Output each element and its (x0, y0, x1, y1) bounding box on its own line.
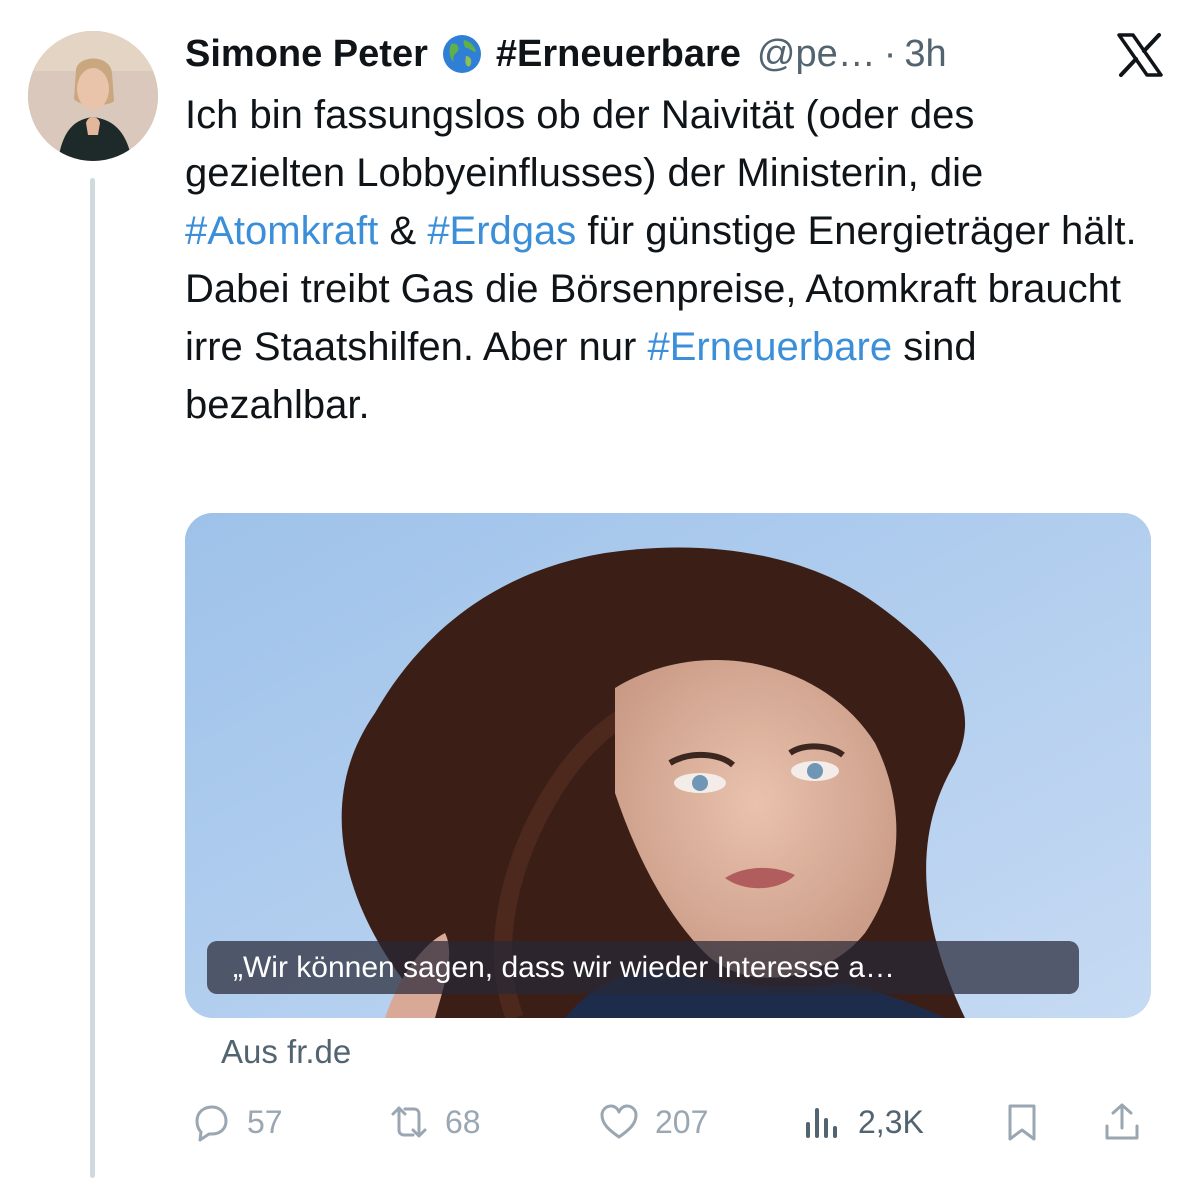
repost-count: 68 (445, 1103, 481, 1140)
bookmark-button[interactable] (1000, 1100, 1058, 1144)
x-logo-icon[interactable] (1115, 30, 1165, 80)
like-button[interactable]: 207 (597, 1100, 708, 1144)
globe-emoji-icon (442, 35, 481, 73)
views-count: 2,3K (858, 1103, 924, 1140)
link-card-caption: „Wir können sagen, dass wir wieder Inter… (207, 941, 1079, 994)
views-button[interactable]: 2,3K (800, 1100, 924, 1144)
hashtag-link[interactable]: #Erneuerbare (647, 325, 892, 369)
timestamp[interactable]: 3h (904, 33, 946, 76)
separator-dot: · (883, 32, 897, 75)
thread-line (90, 178, 95, 1178)
heart-icon (600, 1104, 638, 1139)
hashtag-link[interactable]: #Atomkraft (185, 209, 378, 253)
tweet-header: Simone Peter #Erneuerbare @pe… · 3h (185, 24, 1165, 84)
tweet-text-segment: Ich bin fassungslos ob der Naivität (ode… (185, 93, 984, 195)
bookmark-icon (1008, 1104, 1036, 1141)
author-name[interactable]: Simone Peter (185, 33, 428, 76)
reply-button[interactable]: 57 (189, 1100, 283, 1144)
avatar-photo (28, 31, 158, 161)
reply-icon (195, 1105, 228, 1142)
like-count: 207 (655, 1103, 709, 1140)
action-bar: 57 68 207 2,3K (185, 1100, 1155, 1160)
repost-button[interactable]: 68 (387, 1100, 481, 1144)
repost-icon (391, 1106, 427, 1138)
share-button[interactable] (1100, 1100, 1158, 1144)
author-name-suffix[interactable]: #Erneuerbare (496, 33, 741, 76)
link-source[interactable]: Aus fr.de (221, 1033, 351, 1071)
views-chart-icon (806, 1108, 837, 1138)
tweet-text: Ich bin fassungslos ob der Naivität (ode… (185, 86, 1145, 434)
share-icon (1105, 1103, 1139, 1140)
author-handle[interactable]: @pe… (757, 33, 876, 76)
avatar[interactable] (28, 31, 158, 161)
hashtag-link[interactable]: #Erdgas (427, 209, 576, 253)
tweet-text-segment: & (378, 209, 428, 253)
reply-count: 57 (247, 1103, 283, 1140)
link-card[interactable]: „Wir können sagen, dass wir wieder Inter… (185, 513, 1151, 1018)
